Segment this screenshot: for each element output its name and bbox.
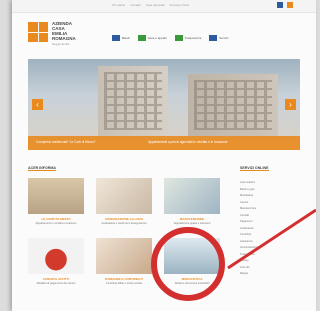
callout-line [227, 208, 316, 270]
highlight-overlay [151, 208, 316, 301]
highlight-circle [151, 227, 225, 301]
